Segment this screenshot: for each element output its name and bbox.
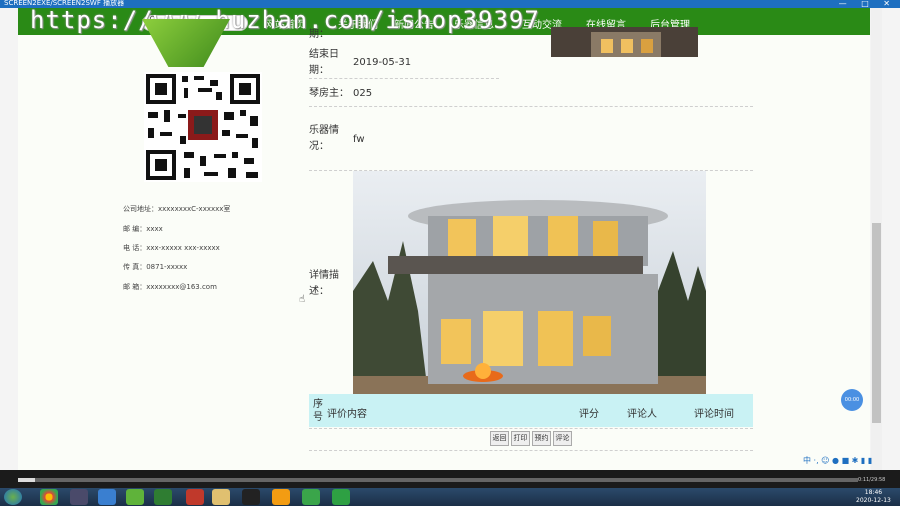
ime-toolbar[interactable]: 中 ·, ☺ ● ■ ✱ ▮ ▮ bbox=[803, 455, 898, 469]
scrollbar-thumb[interactable] bbox=[872, 223, 881, 423]
floating-badge[interactable]: 00:00 bbox=[841, 389, 863, 411]
contact-phone: 电 话：xxx-xxxxx xxx-xxxxx bbox=[123, 244, 220, 252]
contact-postcode: 邮 编：xxxx bbox=[123, 225, 163, 233]
page-scrollbar[interactable] bbox=[871, 8, 882, 470]
owner-label: 琴房主： bbox=[309, 88, 349, 99]
taskbar-app-icon[interactable] bbox=[272, 489, 290, 505]
taskbar-clock[interactable]: 18:46 2020-12-13 bbox=[856, 489, 891, 505]
excel-icon[interactable] bbox=[154, 489, 172, 505]
taskbar-app-icon[interactable] bbox=[70, 489, 88, 505]
wechat-icon[interactable] bbox=[302, 489, 320, 505]
back-button[interactable]: 返回 bbox=[490, 431, 509, 446]
window-controls[interactable]: — □ ✕ bbox=[839, 0, 896, 8]
taskbar-app-icon[interactable] bbox=[126, 489, 144, 505]
close-button[interactable]: ✕ bbox=[883, 0, 896, 8]
playback-progress-fill bbox=[18, 478, 35, 482]
end-date-value: 2019-05-31 bbox=[353, 57, 412, 68]
header-commenter: 评论人 bbox=[627, 409, 657, 420]
partial-label: 期： bbox=[309, 29, 329, 40]
header-score: 评分 bbox=[579, 409, 599, 420]
header-index: 序号 bbox=[313, 399, 323, 423]
header-comment-time: 评论时间 bbox=[694, 409, 734, 420]
detail-thumbnail-image bbox=[551, 27, 698, 57]
flash-icon[interactable] bbox=[186, 489, 204, 505]
clock-date: 2020-12-13 bbox=[856, 497, 891, 504]
folder-icon[interactable] bbox=[212, 489, 230, 505]
mouse-cursor-icon: ☝ bbox=[299, 294, 306, 305]
clock-time: 18:46 bbox=[864, 489, 883, 496]
start-button-icon[interactable] bbox=[4, 489, 22, 505]
owner-value: 025 bbox=[353, 88, 373, 99]
contact-fax: 传 真：0871-xxxxx bbox=[123, 263, 188, 271]
playback-time: 0:11/29:58 bbox=[858, 477, 886, 483]
qr-code-image bbox=[144, 72, 262, 182]
status-label: 乐器情况： bbox=[309, 125, 339, 152]
contact-email: 邮 箱：xxxxxxxx@163.com bbox=[123, 283, 217, 291]
row-divider bbox=[309, 428, 753, 429]
end-date-label: 结束日期： bbox=[309, 49, 339, 76]
print-button[interactable]: 打印 bbox=[511, 431, 530, 446]
comment-table-header: 序号 评价内容 评分 评论人 评论时间 bbox=[309, 394, 753, 427]
screen-recorder-icon[interactable] bbox=[332, 489, 350, 505]
house-photo bbox=[353, 171, 706, 394]
row-divider bbox=[309, 106, 753, 107]
row-divider bbox=[309, 78, 499, 79]
taskbar-app-icon[interactable] bbox=[98, 489, 116, 505]
playback-progress[interactable] bbox=[18, 478, 858, 482]
chrome-icon[interactable] bbox=[40, 489, 58, 505]
reserve-button[interactable]: 预约 bbox=[532, 431, 551, 446]
comment-button[interactable]: 评论 bbox=[553, 431, 572, 446]
row-divider bbox=[309, 450, 753, 451]
status-value: fw bbox=[353, 134, 365, 145]
contact-address: 公司地址：xxxxxxxxC-xxxxxx室 bbox=[123, 205, 231, 213]
watermark-text: https://www.huzhan.com/ishop39397 bbox=[30, 6, 540, 34]
qq-icon[interactable] bbox=[242, 489, 260, 505]
minimize-button[interactable]: — bbox=[839, 0, 853, 8]
header-content: 评价内容 bbox=[327, 409, 367, 420]
maximize-button[interactable]: □ bbox=[861, 0, 875, 8]
description-label: 详情描述： bbox=[309, 270, 339, 297]
